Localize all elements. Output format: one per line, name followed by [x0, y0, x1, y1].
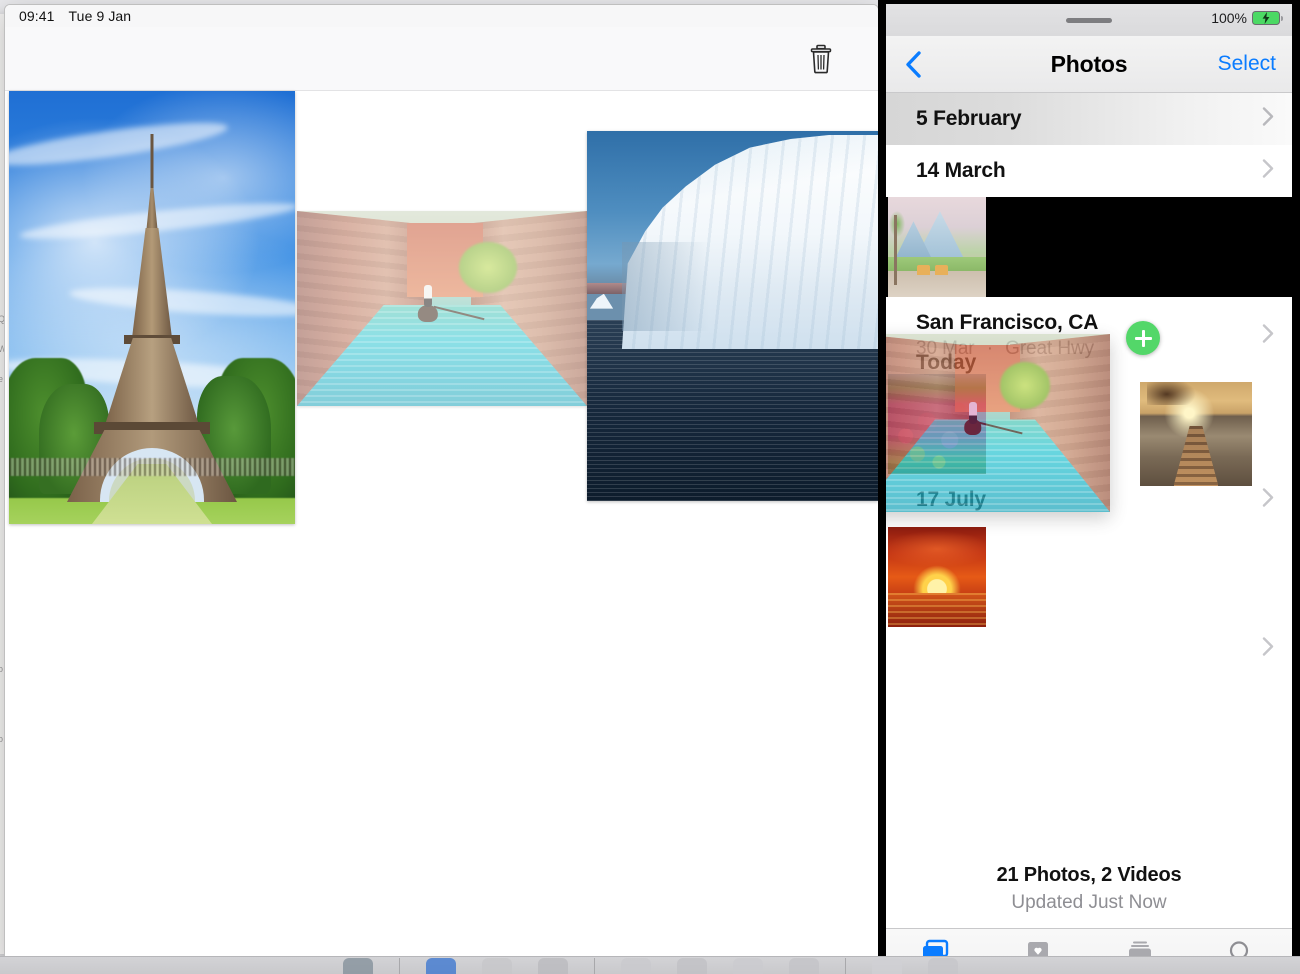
moment-title: 17 July — [916, 488, 986, 512]
dock-item[interactable] — [732, 958, 763, 974]
moment-row-14-march[interactable]: 14 March — [886, 145, 1292, 298]
dock-item[interactable] — [481, 958, 512, 974]
iceberg-shadow — [621, 242, 710, 331]
red-sunset-thumb[interactable] — [888, 526, 986, 627]
eiffel-spire — [150, 134, 154, 194]
venice-canal-artwork — [297, 211, 587, 406]
pier-deck — [1173, 425, 1219, 486]
dock-separator — [844, 958, 846, 974]
venice-foliage — [459, 242, 518, 293]
moments-list[interactable]: 5 February 14 March San Francisco, CA 30… — [886, 93, 1292, 928]
chevron-right-icon[interactable] — [1262, 488, 1274, 513]
ipad-nav-bar: Photos Select — [886, 36, 1292, 93]
moment-row-17-july[interactable]: 17 July — [886, 474, 1292, 627]
moment-thumbnail-strip[interactable] — [886, 197, 1292, 298]
moment-title: 5 February — [916, 107, 1022, 130]
chevron-right-icon[interactable] — [1262, 159, 1274, 184]
chevron-left-icon[interactable] — [900, 48, 926, 80]
sunset-water-ripple — [888, 592, 986, 627]
battery-charging-icon — [1252, 11, 1283, 25]
dock-item[interactable] — [927, 958, 958, 974]
watercolor-tree-trunk — [893, 215, 897, 286]
moment-header[interactable]: 14 March — [886, 145, 1292, 197]
battery-status: 100% — [1211, 10, 1283, 26]
iceberg-artwork — [587, 131, 878, 501]
moment-title-today: Today — [916, 351, 977, 374]
moment-row-today[interactable] — [886, 626, 1292, 656]
app-toolbar — [5, 27, 878, 91]
dock-separator — [398, 958, 400, 974]
background-window-glyph-4: o — [0, 664, 4, 674]
screen-root: Q W e o o 09:41 Tue 9 Jan — [0, 0, 1300, 974]
pink-flowers-thumb[interactable] — [888, 374, 986, 475]
dock-item[interactable] — [342, 958, 373, 974]
status-time: 09:41 — [19, 8, 55, 24]
eiffel-crowd — [9, 458, 295, 476]
eiffel-tower-photo[interactable] — [9, 91, 295, 524]
moment-row-5-february[interactable]: 5 February — [886, 93, 1292, 146]
library-updated: Updated Just Now — [1011, 892, 1167, 913]
moment-thumbnail-strip[interactable] — [886, 526, 1292, 627]
pier-overhanging-tree — [1146, 382, 1196, 405]
lake-pier-sunset-thumb[interactable] — [1140, 382, 1252, 486]
chevron-right-icon[interactable] — [1262, 107, 1274, 132]
watercolor-road — [888, 271, 986, 298]
drag-grabber-icon[interactable] — [1066, 17, 1112, 23]
dock-item[interactable] — [425, 958, 456, 974]
moment-subtitle-place: Great Hwy — [1005, 338, 1094, 360]
moment-header[interactable]: 5 February — [886, 93, 1292, 145]
dock-item[interactable] — [788, 958, 819, 974]
pink-flowers-artwork — [888, 374, 986, 475]
library-summary: 21 Photos, 2 Videos Updated Just Now — [886, 864, 1292, 928]
red-sunset-artwork — [888, 526, 986, 627]
library-count: 21 Photos, 2 Videos — [996, 864, 1182, 886]
iceberg-small — [589, 293, 614, 309]
iceberg-photo[interactable] — [587, 131, 878, 501]
select-button[interactable]: Select — [1218, 52, 1276, 76]
moment-header[interactable] — [886, 627, 1292, 656]
macos-dock[interactable] — [0, 956, 1300, 974]
plus-badge-icon — [1126, 321, 1160, 355]
dock-item[interactable] — [537, 958, 568, 974]
dock-item[interactable] — [620, 958, 651, 974]
watercolor-hut-2 — [935, 265, 948, 276]
chevron-right-icon[interactable] — [1262, 636, 1274, 661]
chevron-right-icon[interactable] — [1262, 323, 1274, 348]
watercolor-mountain-thumb[interactable] — [888, 197, 986, 298]
trash-icon[interactable] — [804, 42, 838, 76]
ipad-status-bar: 100% — [886, 4, 1292, 36]
background-window-glyph-5: o — [0, 734, 4, 744]
moment-subtitle-separator: · — [986, 338, 993, 360]
dock-separator — [593, 958, 595, 974]
moment-title: San Francisco, CA — [916, 311, 1099, 335]
lake-pier-artwork — [1140, 382, 1252, 486]
background-window-glyph-3: e — [0, 374, 4, 384]
status-date: Tue 9 Jan — [68, 8, 132, 24]
dock-item[interactable] — [871, 958, 902, 974]
venice-gondola — [417, 304, 438, 323]
photo-canvas[interactable] — [5, 91, 878, 963]
dock-item[interactable] — [676, 958, 707, 974]
venice-gondolier — [423, 285, 432, 308]
venice-canal-photo[interactable] — [297, 211, 587, 406]
watercolor-mountain-artwork — [888, 197, 986, 298]
photo-editor-window: 09:41 Tue 9 Jan — [4, 4, 879, 964]
battery-percent: 100% — [1211, 10, 1247, 26]
moment-title: 14 March — [916, 159, 1006, 183]
ipad-slideover-panel: 100% Photos Select 5 February 14 March S… — [878, 0, 1300, 974]
mac-status-strip: 09:41 Tue 9 Jan — [5, 5, 878, 27]
watercolor-hut-1 — [917, 265, 931, 276]
ipad-screen: 100% Photos Select 5 February 14 March S… — [886, 4, 1292, 970]
